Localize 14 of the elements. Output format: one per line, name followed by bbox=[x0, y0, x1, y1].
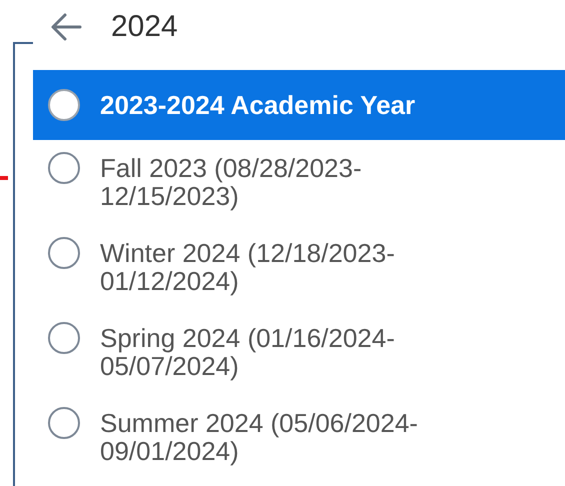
marker-tick bbox=[0, 176, 8, 180]
radio-button[interactable] bbox=[48, 152, 80, 184]
option-label: Winter 2024 (12/18/2023-01/12/2024) bbox=[100, 239, 396, 295]
radio-button[interactable] bbox=[48, 407, 80, 439]
option-label: Summer 2024 (05/06/2024-09/01/2024) bbox=[100, 409, 419, 465]
header-title: 2024 bbox=[111, 9, 178, 45]
radio-button[interactable] bbox=[48, 237, 80, 269]
radio-button[interactable] bbox=[48, 89, 80, 121]
radio-button[interactable] bbox=[48, 322, 80, 354]
option-row[interactable]: 2023-2024 Academic Year bbox=[33, 70, 565, 140]
option-label: 2023-2024 Academic Year bbox=[100, 91, 416, 119]
option-label: Fall 2023 (08/28/2023-12/15/2023) bbox=[100, 154, 363, 210]
option-label: Spring 2024 (01/16/2024-05/07/2024) bbox=[100, 324, 396, 380]
back-arrow-icon bbox=[50, 12, 82, 42]
